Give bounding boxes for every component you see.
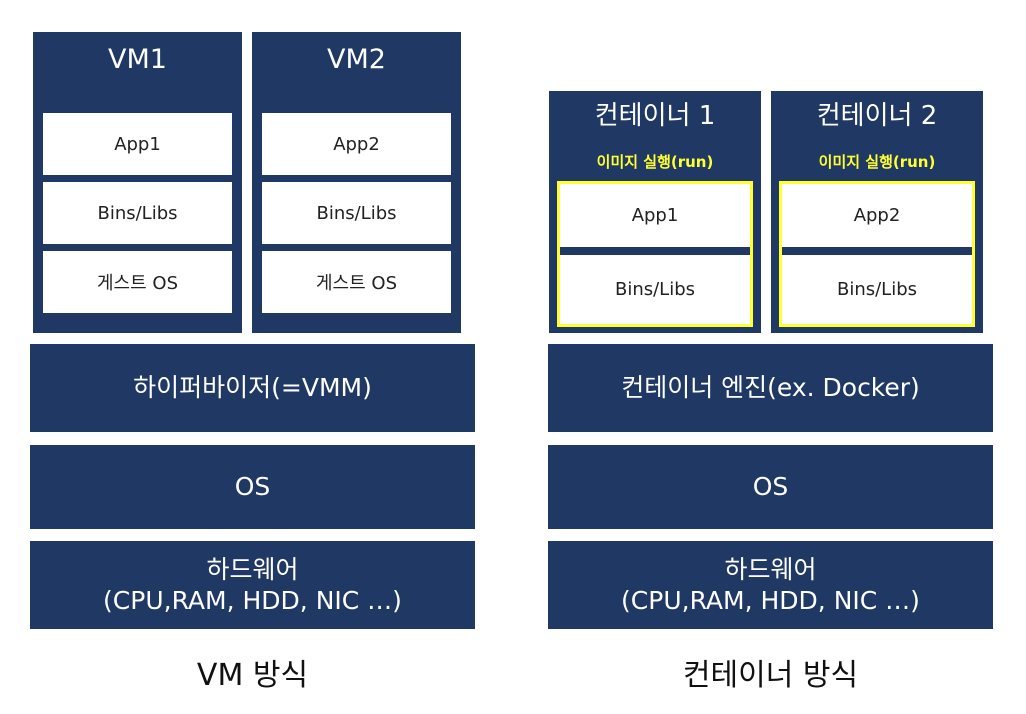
vm2-guest-os-box: 게스트 OS	[262, 251, 451, 313]
hypervisor-layer: 하이퍼바이저(=VMM)	[30, 344, 475, 432]
container1-libs-box: Bins/Libs	[560, 255, 750, 324]
container2-title: 컨테이너 2	[816, 101, 938, 131]
container-os-layer: OS	[548, 445, 993, 529]
vm2-column: VM2 App2 Bins/Libs 게스트 OS	[252, 32, 461, 333]
container2-libs-box: Bins/Libs	[782, 255, 972, 324]
container-hardware-title: 하드웨어	[724, 554, 817, 584]
vm-os-layer: OS	[30, 445, 475, 529]
vm-hardware-layer: 하드웨어 (CPU,RAM, HDD, NIC …)	[30, 541, 475, 629]
container2-image-frame: App2 Bins/Libs	[779, 181, 975, 327]
container-hardware-detail: (CPU,RAM, HDD, NIC …)	[621, 586, 920, 615]
vm2-title: VM2	[327, 44, 386, 75]
vm1-app-box: App1	[43, 113, 232, 175]
container1-title: 컨테이너 1	[594, 101, 716, 131]
vm-hardware-title: 하드웨어	[206, 554, 299, 584]
container1-image-frame: App1 Bins/Libs	[557, 181, 753, 327]
container-hardware-layer: 하드웨어 (CPU,RAM, HDD, NIC …)	[548, 541, 993, 629]
container2-app-box: App2	[782, 184, 972, 247]
vm-caption: VM 방식	[196, 658, 309, 693]
vm1-guest-os-box: 게스트 OS	[43, 251, 232, 313]
container1-run-label: 이미지 실행(run)	[596, 153, 714, 171]
container2-run-label: 이미지 실행(run)	[818, 153, 936, 171]
vm2-app-box: App2	[262, 113, 451, 175]
vm1-libs-box: Bins/Libs	[43, 182, 232, 244]
vm-hardware-detail: (CPU,RAM, HDD, NIC …)	[103, 586, 402, 615]
container-engine-layer: 컨테이너 엔진(ex. Docker)	[548, 344, 993, 432]
container1-app-box: App1	[560, 184, 750, 247]
container-caption: 컨테이너 방식	[682, 658, 859, 693]
vm2-libs-box: Bins/Libs	[262, 182, 451, 244]
container1-column: 컨테이너 1 이미지 실행(run) App1 Bins/Libs	[549, 91, 761, 333]
vm1-column: VM1 App1 Bins/Libs 게스트 OS	[33, 32, 242, 333]
container2-column: 컨테이너 2 이미지 실행(run) App2 Bins/Libs	[771, 91, 983, 333]
vm1-title: VM1	[108, 44, 167, 75]
